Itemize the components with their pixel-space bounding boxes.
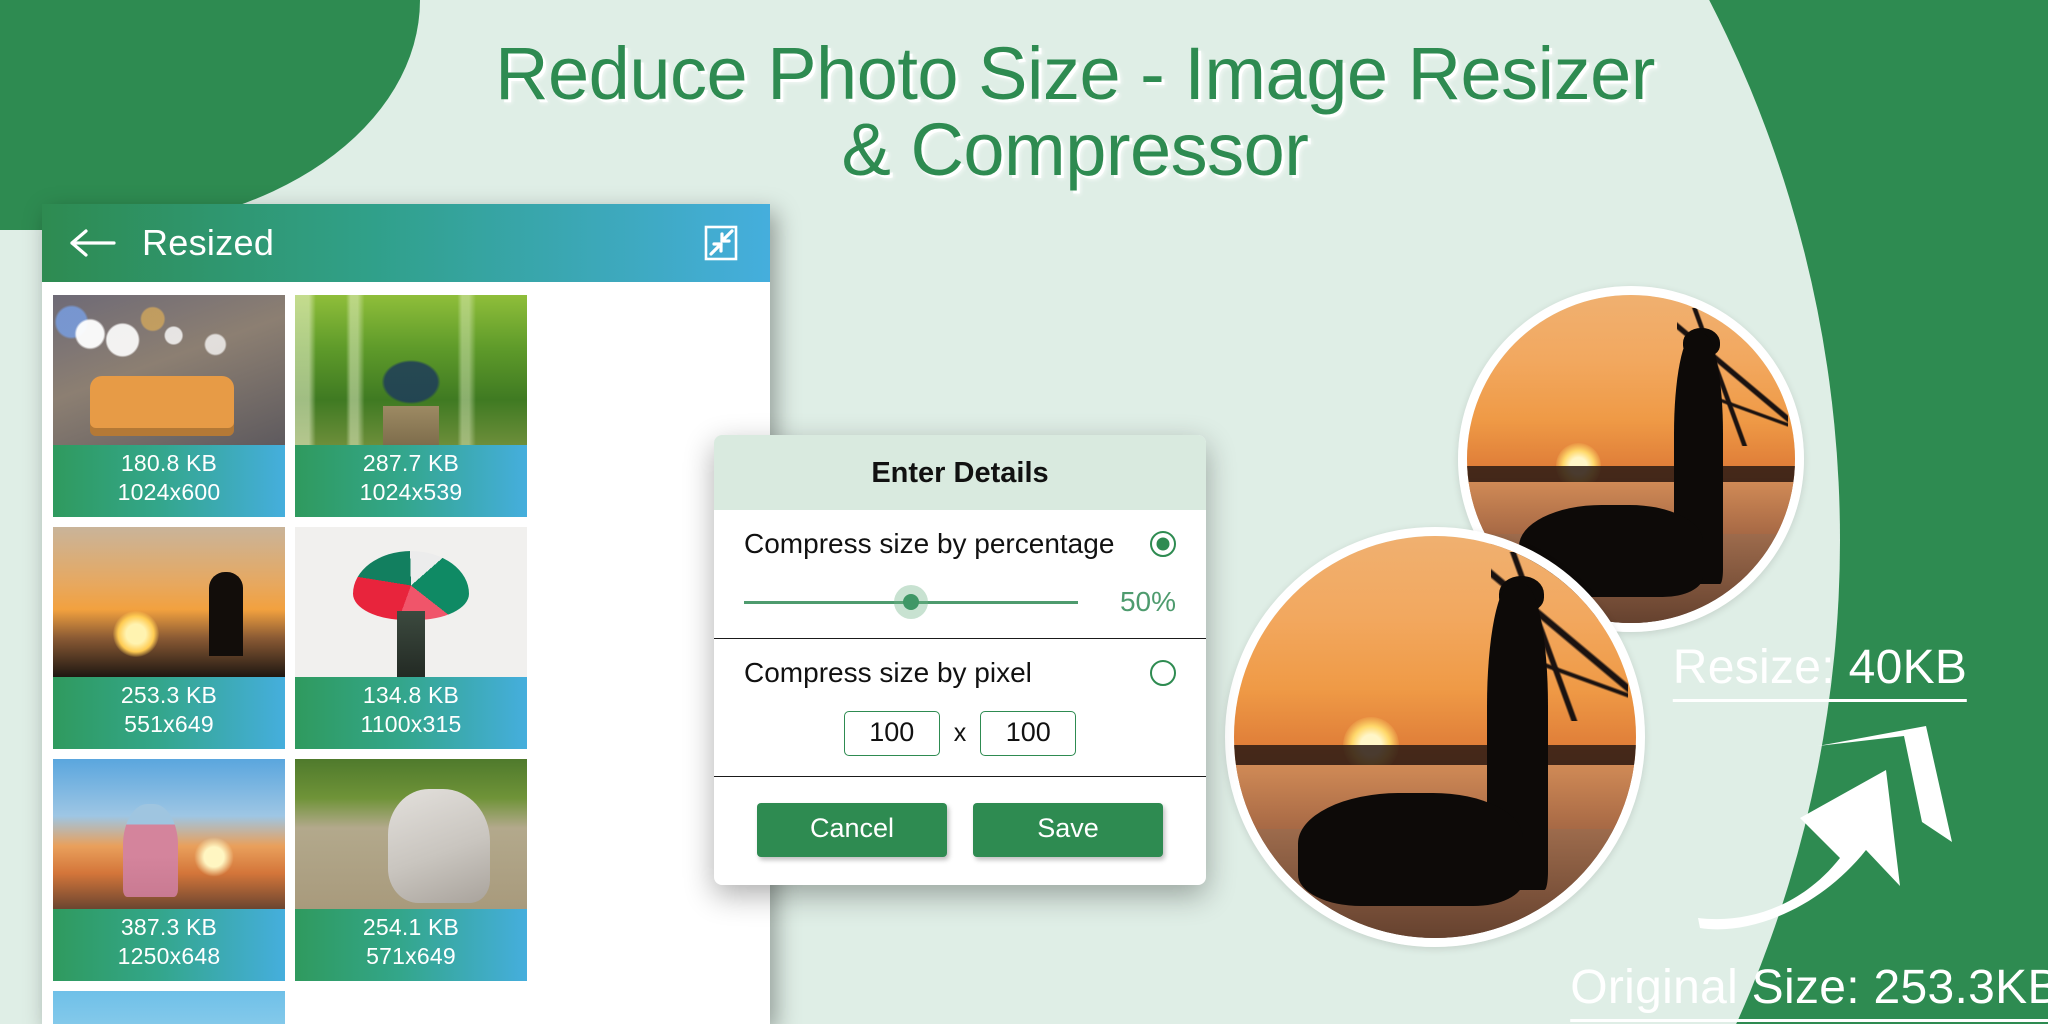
file-size: 253.3 KB bbox=[120, 681, 218, 708]
horizon-decor bbox=[1234, 745, 1636, 766]
file-size: 387.3 KB bbox=[120, 913, 218, 940]
app-header-bar: Resized bbox=[42, 204, 770, 282]
compress-percentage-label: Compress size by percentage bbox=[744, 528, 1115, 559]
thumbnail-image bbox=[53, 990, 285, 1024]
thumbnail-image bbox=[295, 295, 527, 445]
thumbnail-caption: 180.8 KB 1024x600 bbox=[53, 445, 285, 517]
compress-by-pixel-section: Compress size by pixel x bbox=[714, 639, 1206, 777]
file-dimensions: 1024x539 bbox=[359, 479, 463, 506]
compress-by-percentage-section: Compress size by percentage 50% bbox=[714, 510, 1206, 639]
thumbnail-image bbox=[295, 758, 527, 909]
list-item[interactable]: 134.8 KB 1100x315 bbox=[295, 526, 527, 749]
file-dimensions: 1024x600 bbox=[117, 479, 221, 506]
list-item[interactable]: 387.3 KB 1250x648 bbox=[53, 758, 285, 981]
thumbnail-image bbox=[53, 526, 285, 677]
dimension-separator: x bbox=[953, 719, 967, 747]
file-size: 134.8 KB bbox=[362, 681, 460, 708]
page-title: Reduce Photo Size - Image Resizer & Comp… bbox=[495, 32, 1655, 192]
file-dimensions: 1250x648 bbox=[117, 943, 221, 970]
thumbnail-image bbox=[53, 295, 285, 445]
app-screenshot-panel: Resized 180.8 KB 1024x600 287.7 KB 1024x… bbox=[42, 204, 770, 1024]
promo-banner: Reduce Photo Size - Image Resizer & Comp… bbox=[0, 0, 2048, 1024]
thumbnail-caption: 254.1 KB 571x649 bbox=[295, 908, 527, 981]
dialog-button-row: Cancel Save bbox=[714, 777, 1206, 885]
pixel-width-input[interactable] bbox=[843, 711, 940, 756]
curved-up-arrow-icon bbox=[1690, 700, 2010, 940]
file-dimensions: 571x649 bbox=[366, 943, 456, 970]
file-size: 254.1 KB bbox=[362, 913, 460, 940]
thumbnail-caption: 387.3 KB 1250x648 bbox=[53, 908, 285, 981]
list-item[interactable]: 253.3 KB 551x649 bbox=[53, 526, 285, 749]
dialog-title: Enter Details bbox=[714, 435, 1206, 510]
original-size-label: Original Size: 253.3KB bbox=[1570, 960, 2048, 1022]
back-arrow-icon[interactable] bbox=[68, 223, 120, 263]
radio-compress-by-percentage[interactable] bbox=[1150, 531, 1176, 557]
horizon-decor bbox=[1467, 465, 1795, 482]
file-size: 180.8 KB bbox=[120, 450, 218, 476]
file-dimensions: 551x649 bbox=[124, 711, 214, 738]
resized-image-grid: 180.8 KB 1024x600 287.7 KB 1024x539 253.… bbox=[42, 282, 770, 1024]
enter-details-dialog: Enter Details Compress size by percentag… bbox=[714, 435, 1206, 885]
compress-resize-icon[interactable] bbox=[698, 220, 744, 266]
file-dimensions: 1100x315 bbox=[360, 711, 462, 738]
cancel-button[interactable]: Cancel bbox=[757, 803, 947, 857]
percentage-value: 50% bbox=[1119, 586, 1176, 617]
thumbnail-caption: 134.8 KB 1100x315 bbox=[295, 676, 527, 749]
percentage-slider-thumb[interactable] bbox=[894, 585, 928, 619]
radio-compress-by-pixel[interactable] bbox=[1150, 660, 1176, 686]
list-item[interactable]: 287.7 KB 1024x539 bbox=[295, 295, 527, 517]
file-size: 287.7 KB bbox=[362, 450, 460, 476]
percentage-slider[interactable] bbox=[744, 585, 1078, 619]
list-item[interactable]: 393 KB 1200x749 bbox=[53, 990, 285, 1024]
pixel-height-input[interactable] bbox=[980, 711, 1077, 756]
resize-size-label: Resize: 40KB bbox=[1672, 640, 1968, 702]
list-item[interactable]: 254.1 KB 571x649 bbox=[295, 758, 527, 981]
save-button[interactable]: Save bbox=[973, 803, 1163, 857]
app-title: Resized bbox=[142, 222, 275, 263]
compress-pixel-label: Compress size by pixel bbox=[744, 657, 1032, 688]
thumbnail-caption: 253.3 KB 551x649 bbox=[53, 676, 285, 749]
thumbnail-image bbox=[53, 758, 285, 909]
thumbnail-image bbox=[295, 526, 527, 677]
thumbnail-caption: 287.7 KB 1024x539 bbox=[295, 445, 527, 517]
dog-silhouette bbox=[1298, 793, 1524, 906]
original-photo-preview bbox=[1225, 527, 1645, 947]
list-item[interactable]: 180.8 KB 1024x600 bbox=[53, 295, 285, 517]
